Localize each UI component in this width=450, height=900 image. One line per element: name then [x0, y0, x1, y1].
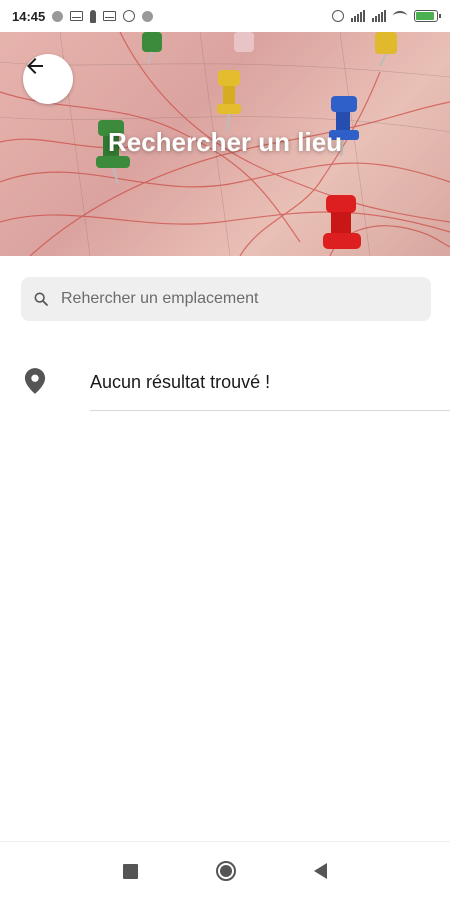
- search-box[interactable]: [21, 277, 431, 321]
- header-banner: Rechercher un lieu: [0, 32, 450, 256]
- map-pin-yellow: [217, 70, 241, 133]
- whatsapp-icon: [123, 10, 136, 22]
- result-row: Aucun résultat trouvé !: [0, 350, 450, 411]
- map-pin-pink: [234, 32, 254, 52]
- status-time: 14:45: [12, 8, 46, 24]
- search-input[interactable]: [59, 289, 403, 309]
- status-bar: 14:45: [0, 0, 450, 32]
- notification-dot-icon: [142, 10, 154, 22]
- battery-charging-icon: [414, 10, 441, 22]
- search-icon: [34, 292, 48, 306]
- mail-icon: [70, 11, 84, 21]
- status-left: 14:45: [12, 8, 154, 24]
- map-pin-green-top: [142, 32, 162, 65]
- recents-square-icon[interactable]: [123, 863, 138, 879]
- status-right: [332, 10, 441, 22]
- location-pin-icon: [24, 368, 46, 394]
- home-circle-icon[interactable]: [216, 861, 236, 881]
- arrow-left-icon: [27, 58, 43, 74]
- back-triangle-icon[interactable]: [314, 863, 327, 879]
- alarm-icon: [332, 10, 344, 22]
- wifi-icon: [393, 11, 407, 21]
- signal-icon: [372, 10, 386, 22]
- divider: [90, 410, 450, 411]
- system-nav-bar: [0, 841, 450, 900]
- empty-results-message: Aucun résultat trouvé !: [90, 372, 271, 392]
- key-icon: [90, 9, 97, 23]
- map-pin-yellow-top: [375, 32, 397, 67]
- map-pin-red: [323, 195, 361, 249]
- back-button[interactable]: [23, 54, 73, 104]
- notification-dot-icon: [52, 10, 64, 22]
- page-title: Rechercher un lieu: [107, 127, 343, 157]
- battery-level: [416, 12, 434, 20]
- signal-icon: [351, 10, 365, 22]
- mail-icon: [103, 11, 117, 21]
